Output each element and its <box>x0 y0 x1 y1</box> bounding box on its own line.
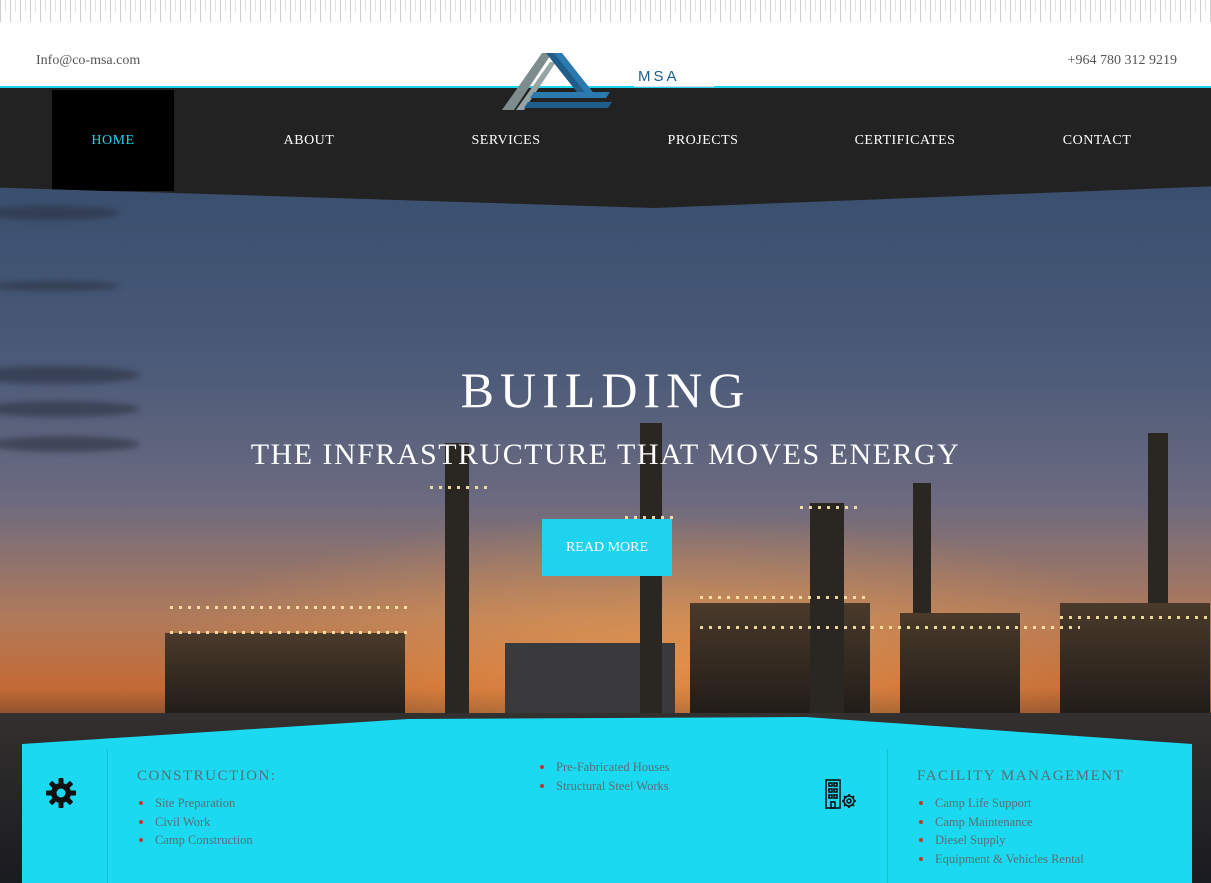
read-more-button[interactable]: READ MORE <box>542 519 672 576</box>
list-item: Equipment & Vehicles Rental <box>917 850 1084 869</box>
logo-underline <box>634 86 714 87</box>
services-divider <box>107 749 108 883</box>
construction-list: Site Preparation Civil Work Camp Constru… <box>137 794 253 850</box>
browser-ruler <box>0 0 1211 26</box>
contact-phone-link[interactable]: +964 780 312 9219 <box>1068 53 1177 69</box>
nav-certificates[interactable]: CERTIFICATES <box>835 90 975 191</box>
list-item: Site Preparation <box>137 794 253 813</box>
facility-management-title: FACILITY MANAGEMENT <box>917 768 1125 784</box>
list-item: Diesel Supply <box>917 831 1084 850</box>
nav-home[interactable]: HOME <box>52 90 174 191</box>
construction-title: CONSTRUCTION: <box>137 768 277 784</box>
list-item: Camp Construction <box>137 831 253 850</box>
hero-subtitle: THE INFRASTRUCTURE THAT MOVES ENERGY <box>250 438 961 471</box>
logo-text: MSA <box>638 68 680 85</box>
list-item: Camp Life Support <box>917 794 1084 813</box>
site-logo[interactable]: MSA <box>500 50 715 112</box>
facility-management-list: Camp Life Support Camp Maintenance Diese… <box>917 794 1084 868</box>
services-divider <box>887 749 888 883</box>
services-panel: CONSTRUCTION: Site Preparation Civil Wor… <box>22 717 1192 883</box>
hero-title: BUILDING <box>460 362 751 418</box>
list-item: Pre-Fabricated Houses <box>538 758 670 777</box>
gear-icon <box>46 778 76 808</box>
contact-email-link[interactable]: Info@co-msa.com <box>36 53 140 69</box>
list-item: Structural Steel Works <box>538 777 670 796</box>
list-item: Camp Maintenance <box>917 813 1084 832</box>
construction-extra-list: Pre-Fabricated Houses Structural Steel W… <box>538 758 670 795</box>
logo-mark-icon <box>502 53 612 110</box>
building-gear-icon <box>825 779 856 809</box>
nav-contact[interactable]: CONTACT <box>1037 90 1157 191</box>
list-item: Civil Work <box>137 813 253 832</box>
nav-about[interactable]: ABOUT <box>249 90 369 191</box>
